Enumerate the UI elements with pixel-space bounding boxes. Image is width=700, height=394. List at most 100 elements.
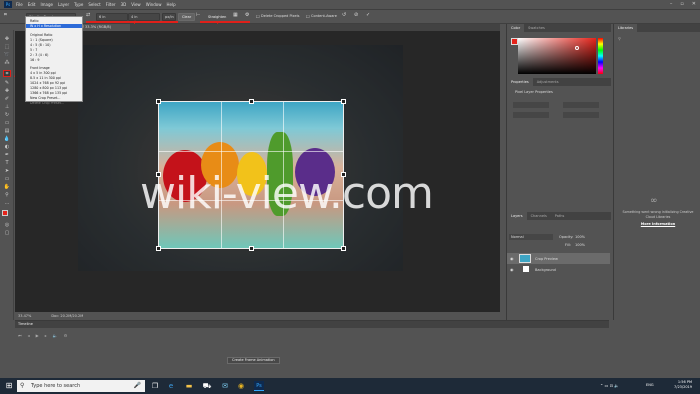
- gradient-icon[interactable]: ▤: [3, 128, 11, 135]
- zoom-level[interactable]: 33.47%: [18, 314, 31, 318]
- mail-icon[interactable]: ✉: [220, 381, 230, 391]
- transform-w-field[interactable]: [513, 102, 549, 108]
- create-frame-animation-button[interactable]: Create Frame Animation: [227, 357, 280, 364]
- tab-adjustments[interactable]: Adjustments: [533, 78, 563, 86]
- transform-x-field[interactable]: [513, 112, 549, 118]
- menu-help[interactable]: Help: [166, 2, 175, 7]
- windows-start-icon[interactable]: ⊞: [4, 381, 14, 391]
- move-tool-icon[interactable]: ✥: [3, 36, 11, 43]
- taskbar-clock[interactable]: 1:56 PM 7/23/2019: [674, 380, 692, 390]
- dropdown-item[interactable]: 4 x 5 in 300 ppi: [30, 71, 56, 75]
- gear-icon[interactable]: ⚙: [245, 12, 249, 18]
- eyedropper-icon[interactable]: ✎: [3, 80, 11, 87]
- blend-mode-select[interactable]: Normal: [509, 234, 553, 240]
- healing-brush-icon[interactable]: ✚: [3, 88, 11, 95]
- straighten-icon[interactable]: ⊢: [196, 12, 200, 18]
- layer-row-selected[interactable]: ◉ Crop Preview: [507, 253, 610, 264]
- store-icon[interactable]: ⛟: [202, 381, 212, 391]
- dropdown-item[interactable]: 2 : 3 (4 : 6): [30, 53, 48, 57]
- menu-image[interactable]: Image: [40, 2, 53, 7]
- clone-stamp-icon[interactable]: ⊥: [3, 104, 11, 111]
- resolution-unit-select[interactable]: px/in: [162, 13, 176, 21]
- tab-properties[interactable]: Properties: [507, 78, 533, 86]
- system-tray-icons[interactable]: ⌃ ▭ ⊡ 🔈: [600, 383, 619, 388]
- tab-libraries[interactable]: Libraries: [614, 24, 638, 32]
- menu-type[interactable]: Type: [74, 2, 83, 7]
- edge-browser-icon[interactable]: e: [166, 381, 176, 391]
- menu-3d[interactable]: 3D: [121, 2, 127, 7]
- taskbar-search[interactable]: ⚲ Type here to search 🎤: [17, 380, 145, 392]
- dropdown-item[interactable]: 5 : 7: [30, 48, 37, 52]
- crop-handle[interactable]: [341, 246, 346, 251]
- menu-edit[interactable]: Edit: [28, 2, 36, 7]
- layer-row[interactable]: ◉ Background: [507, 265, 610, 274]
- tab-layers[interactable]: Layers: [507, 212, 527, 220]
- commit-check-icon[interactable]: ✓: [366, 12, 370, 18]
- transform-y-field[interactable]: [563, 112, 599, 118]
- transform-h-field[interactable]: [563, 102, 599, 108]
- brush-icon[interactable]: ✐: [3, 96, 11, 103]
- chrome-icon[interactable]: ◉: [236, 381, 246, 391]
- crop-tool-icon[interactable]: ⌗: [4, 12, 7, 18]
- menu-filter[interactable]: Filter: [106, 2, 116, 7]
- search-icon[interactable]: ⚲: [618, 36, 621, 41]
- lasso-tool-icon[interactable]: ➰: [3, 52, 11, 59]
- dropdown-item-selected[interactable]: W x H x Resolution: [26, 24, 82, 28]
- task-view-icon[interactable]: ❐: [150, 381, 160, 391]
- magic-wand-icon[interactable]: ⁂: [3, 60, 11, 67]
- photoshop-taskbar-icon[interactable]: Ps: [254, 381, 264, 391]
- microphone-icon[interactable]: 🎤: [134, 382, 141, 389]
- quick-mask-icon[interactable]: ◎: [3, 222, 11, 229]
- fill-value[interactable]: 100%: [575, 243, 585, 247]
- width-field[interactable]: 6 in: [96, 13, 128, 21]
- screen-mode-icon[interactable]: ▢: [3, 230, 11, 237]
- dropdown-item[interactable]: 1 : 1 (Square): [30, 38, 53, 42]
- tab-paths[interactable]: Paths: [551, 212, 569, 220]
- rectangle-icon[interactable]: ▭: [3, 176, 11, 183]
- reset-icon[interactable]: ↺: [342, 12, 346, 18]
- settings-icon[interactable]: ⚙: [64, 333, 68, 338]
- minimize-icon[interactable]: –: [670, 1, 673, 7]
- overlay-grid-icon[interactable]: ▦: [233, 12, 238, 18]
- tab-channels[interactable]: Channels: [527, 212, 551, 220]
- dropdown-item[interactable]: 16 : 9: [30, 58, 40, 62]
- crop-handle[interactable]: [156, 246, 161, 251]
- tab-swatches[interactable]: Swatches: [524, 24, 549, 32]
- crop-handle[interactable]: [341, 99, 346, 104]
- type-tool-icon[interactable]: T: [3, 160, 11, 167]
- foreground-color-swatch[interactable]: [2, 210, 8, 216]
- crop-handle[interactable]: [249, 99, 254, 104]
- hand-icon[interactable]: ✋: [3, 184, 11, 191]
- eye-icon[interactable]: ◉: [510, 267, 514, 272]
- audio-icon[interactable]: 🔈: [53, 333, 58, 338]
- content-aware-checkbox[interactable]: ☐: [306, 14, 310, 19]
- dodge-icon[interactable]: ◐: [3, 144, 11, 151]
- dropdown-item[interactable]: 8.5 x 11 in 300 ppi: [30, 76, 61, 80]
- opacity-value[interactable]: 100%: [575, 235, 585, 239]
- file-explorer-icon[interactable]: ▬: [184, 381, 194, 391]
- maximize-icon[interactable]: ▫: [680, 1, 683, 7]
- path-select-icon[interactable]: ➤: [3, 168, 11, 175]
- foreground-color-chip[interactable]: [511, 38, 518, 45]
- input-language[interactable]: ENG: [646, 383, 654, 387]
- clear-button[interactable]: Clear: [178, 13, 196, 21]
- menu-view[interactable]: View: [131, 2, 141, 7]
- first-frame-icon[interactable]: ⏮: [18, 333, 22, 338]
- next-frame-icon[interactable]: ▸: [45, 333, 47, 338]
- marquee-tool-icon[interactable]: ⬚: [3, 44, 11, 51]
- dropdown-item[interactable]: Front Image: [30, 66, 50, 70]
- menu-window[interactable]: Window: [146, 2, 162, 7]
- cancel-icon[interactable]: ⊘: [354, 12, 358, 18]
- dropdown-item[interactable]: Original Ratio: [30, 33, 52, 37]
- color-picker-field[interactable]: [518, 38, 596, 74]
- tab-color[interactable]: Color: [507, 24, 525, 32]
- delete-cropped-checkbox[interactable]: ☐: [256, 14, 260, 19]
- dropdown-item[interactable]: New Crop Preset...: [30, 96, 60, 100]
- eye-icon[interactable]: ◉: [510, 256, 514, 261]
- menu-file[interactable]: File: [16, 2, 23, 7]
- menu-select[interactable]: Select: [88, 2, 100, 7]
- dropdown-item[interactable]: 4 : 5 (8 : 10): [30, 43, 51, 47]
- swap-icon[interactable]: ⇄: [86, 12, 90, 18]
- prev-frame-icon[interactable]: ◂: [28, 333, 30, 338]
- history-brush-icon[interactable]: ↻: [3, 112, 11, 119]
